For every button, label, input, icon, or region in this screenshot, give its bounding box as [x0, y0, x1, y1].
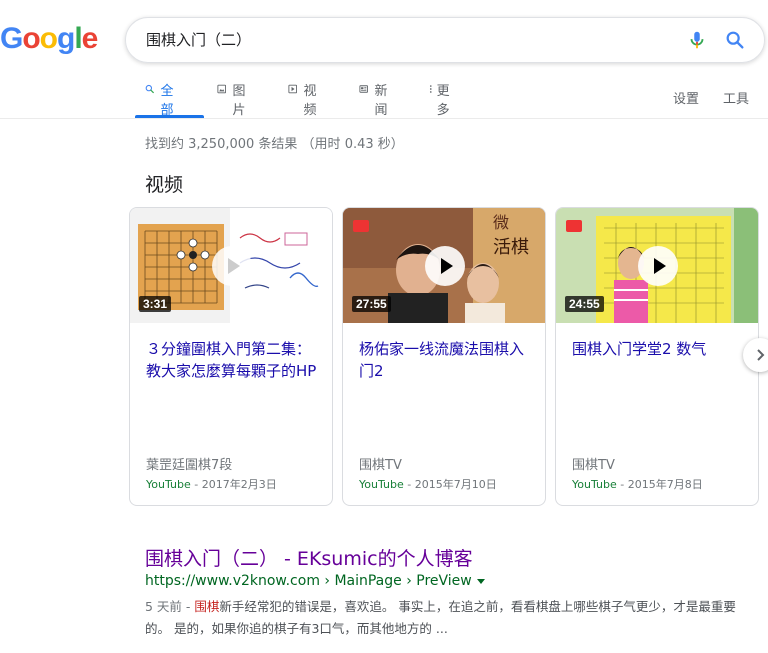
video-thumbnail[interactable]: 3:31 — [130, 208, 332, 323]
snippet-date: 5 天前 - — [145, 599, 195, 614]
video-thumbnail[interactable]: 24:55 — [556, 208, 758, 323]
video-thumbnail[interactable]: 微 活棋 27:55 — [343, 208, 545, 323]
video-date: 2017年2月3日 — [201, 478, 277, 491]
video-meta: YouTube - 2015年7月10日 — [359, 476, 497, 492]
play-icon[interactable] — [212, 246, 252, 286]
video-source: YouTube — [146, 478, 191, 491]
svg-text:微: 微 — [493, 213, 509, 232]
search-input[interactable] — [146, 18, 666, 62]
header-divider — [0, 118, 768, 119]
tab-label: 图片 — [232, 84, 246, 118]
news-icon — [359, 85, 369, 93]
video-meta: YouTube - 2017年2月3日 — [146, 476, 277, 492]
tab-label: 更多 — [436, 84, 450, 118]
video-date: 2015年7月10日 — [414, 478, 497, 491]
settings-link[interactable]: 设置 — [673, 88, 699, 107]
result-url-text: https://www.v2know.com › MainPage › PreV… — [145, 573, 472, 589]
caret-down-icon[interactable] — [476, 578, 485, 584]
video-duration: 3:31 — [139, 296, 172, 312]
result-url[interactable]: https://www.v2know.com › MainPage › PreV… — [145, 573, 485, 589]
search-box — [125, 17, 765, 63]
play-icon[interactable] — [638, 246, 678, 286]
result-snippet: 5 天前 - 围棋新手经常犯的错误是，喜欢追。 事实上，在追之前，看看棋盘上哪些… — [145, 596, 745, 640]
play-icon — [288, 84, 298, 94]
microphone-icon[interactable] — [686, 29, 708, 51]
meta-separator: - — [616, 478, 628, 491]
result-title-link[interactable]: 围棋入门（二） - EKsumic的个人博客 — [145, 544, 473, 571]
meta-separator: - — [403, 478, 415, 491]
svg-text:活棋: 活棋 — [493, 237, 529, 258]
tab-more[interactable]: 更多 — [429, 80, 452, 118]
video-card[interactable]: 微 活棋 27:55 杨佑家一线流魔法围棋入门2 围棋TV YouTube - … — [342, 207, 546, 506]
tab-news[interactable]: 新闻 — [359, 80, 392, 118]
search-icon — [145, 84, 154, 94]
play-icon[interactable] — [425, 246, 465, 286]
chevron-right-icon — [757, 349, 765, 361]
tab-label: 全部 — [160, 84, 174, 118]
video-source: YouTube — [359, 478, 404, 491]
meta-separator: - — [190, 478, 202, 491]
video-title-link[interactable]: 杨佑家一线流魔法围棋入门2 — [359, 338, 537, 382]
video-card[interactable]: 3:31 ３分鐘圍棋入門第二集：教大家怎麼算每顆子的HP 葉罡廷圍棋7段 You… — [129, 207, 333, 506]
video-channel: 围棋TV — [359, 458, 402, 473]
logo-letter: G — [0, 22, 23, 55]
video-channel: 葉罡廷圍棋7段 — [146, 458, 233, 473]
search-icon[interactable] — [724, 29, 746, 51]
video-channel: 围棋TV — [572, 458, 615, 473]
snippet-highlight: 围棋 — [194, 599, 220, 614]
logo-letter: o — [39, 22, 58, 55]
video-title-link[interactable]: ３分鐘圍棋入門第二集：教大家怎麼算每顆子的HP — [146, 338, 324, 382]
video-title-link[interactable]: 围棋入门学堂2 数气 — [572, 338, 750, 360]
google-logo[interactable]: Google — [0, 22, 99, 56]
videos-section-title: 视频 — [145, 174, 184, 196]
video-card[interactable]: 24:55 围棋入门学堂2 数气 围棋TV YouTube - 2015年7月8… — [555, 207, 759, 506]
logo-letter: l — [74, 22, 82, 55]
logo-letter: e — [81, 22, 99, 55]
result-stats: 找到约 3,250,000 条结果 （用时 0.43 秒） — [145, 137, 404, 152]
tab-all[interactable]: 全部 — [145, 80, 178, 118]
video-meta: YouTube - 2015年7月8日 — [572, 476, 703, 492]
logo-letter: g — [57, 22, 75, 55]
tab-videos[interactable]: 视频 — [288, 80, 321, 118]
tab-images[interactable]: 图片 — [217, 80, 250, 118]
video-duration: 24:55 — [565, 296, 604, 312]
tab-label: 视频 — [303, 84, 317, 118]
more-vert-icon — [429, 85, 432, 93]
video-source: YouTube — [572, 478, 617, 491]
video-duration: 27:55 — [352, 296, 391, 312]
tab-label: 新闻 — [374, 84, 388, 118]
tools-link[interactable]: 工具 — [723, 88, 749, 107]
image-icon — [217, 84, 227, 94]
logo-letter: o — [22, 22, 40, 55]
video-date: 2015年7月8日 — [627, 478, 703, 491]
snippet-text: 新手经常犯的错误是，喜欢追。 事实上，在追之前，看看棋盘上哪些棋子气更少，才是最… — [145, 599, 736, 636]
